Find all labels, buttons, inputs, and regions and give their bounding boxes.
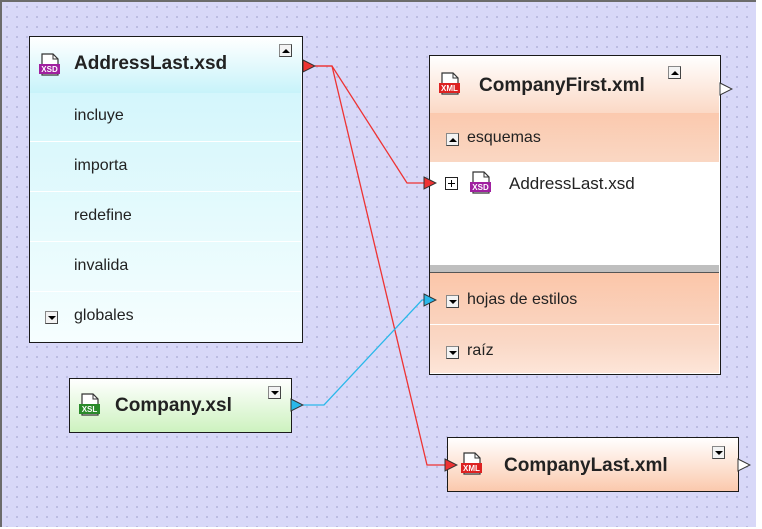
xml-file-icon: XML — [461, 452, 482, 475]
svg-text:XSD: XSD — [41, 65, 58, 74]
output-connector-icon[interactable] — [302, 59, 316, 73]
input-connector-icon[interactable] — [423, 293, 437, 307]
svg-text:XML: XML — [441, 84, 458, 93]
node-title: CompanyFirst.xml — [479, 75, 645, 96]
triangle-down-icon — [449, 351, 457, 355]
node-companylast-xml[interactable]: XML CompanyLast.xml — [447, 437, 739, 492]
list-item-redefine[interactable]: redefine — [74, 207, 132, 225]
plus-icon — [448, 180, 455, 187]
list-item-importa[interactable]: importa — [74, 157, 127, 175]
collapse-button[interactable] — [279, 44, 292, 57]
node-title: AddressLast.xsd — [74, 53, 228, 74]
svg-text:XSL: XSL — [82, 405, 98, 414]
output-connector-icon[interactable] — [719, 82, 733, 96]
list-item-incluye[interactable]: incluye — [74, 107, 124, 125]
node-title: CompanyLast.xml — [504, 455, 668, 476]
expand-button[interactable] — [712, 446, 725, 459]
collapse-esquemas-button[interactable] — [446, 133, 459, 146]
connector-xsl-to-companyfirst — [303, 299, 430, 406]
expand-plus-button[interactable] — [445, 177, 458, 190]
svg-text:XML: XML — [463, 464, 480, 473]
node-body — [30, 93, 301, 341]
child-file-addresslast[interactable]: AddressLast.xsd — [509, 174, 635, 194]
section-divider — [430, 265, 719, 272]
section-label-hojas-de-estilos: hojas de estilos — [467, 291, 578, 308]
expand-raiz-button[interactable] — [446, 346, 459, 359]
diagram-canvas: XSD AddressLast.xsd incluye importa rede… — [0, 0, 756, 527]
xsl-file-icon: XSL — [79, 393, 100, 416]
expand-button[interactable] — [268, 386, 281, 399]
connector-addresslast-to-companyfirst — [315, 65, 426, 184]
xsd-file-icon: XSD — [470, 171, 491, 194]
output-connector-icon[interactable] — [737, 458, 751, 472]
input-connector-icon[interactable] — [444, 458, 458, 472]
section-label-esquemas: esquemas — [467, 129, 541, 146]
node-company-xsl[interactable]: XSL Company.xsl — [69, 378, 292, 433]
xml-file-icon: XML — [439, 72, 460, 95]
xsd-file-icon: XSD — [39, 53, 60, 76]
collapse-button[interactable] — [668, 66, 681, 79]
node-addresslast-xsd[interactable]: XSD AddressLast.xsd incluye importa rede… — [29, 36, 303, 343]
expand-hojas-button[interactable] — [446, 295, 459, 308]
triangle-down-icon — [271, 391, 279, 395]
section-label-raiz: raíz — [467, 342, 494, 359]
expand-globales-button[interactable] — [45, 311, 58, 324]
triangle-up-icon — [671, 71, 679, 75]
list-item-globales[interactable]: globales — [74, 307, 134, 325]
node-companyfirst-xml[interactable]: XML CompanyFirst.xml esquemas XSD Addres… — [429, 55, 721, 375]
triangle-down-icon — [48, 316, 56, 320]
input-connector-icon[interactable] — [423, 176, 437, 190]
node-title: Company.xsl — [115, 395, 232, 416]
svg-text:XSD: XSD — [472, 183, 489, 192]
triangle-down-icon — [449, 300, 457, 304]
triangle-up-icon — [449, 138, 457, 142]
output-connector-icon[interactable] — [290, 398, 304, 412]
triangle-up-icon — [282, 49, 290, 53]
list-item-invalida[interactable]: invalida — [74, 257, 128, 275]
triangle-down-icon — [715, 451, 723, 455]
